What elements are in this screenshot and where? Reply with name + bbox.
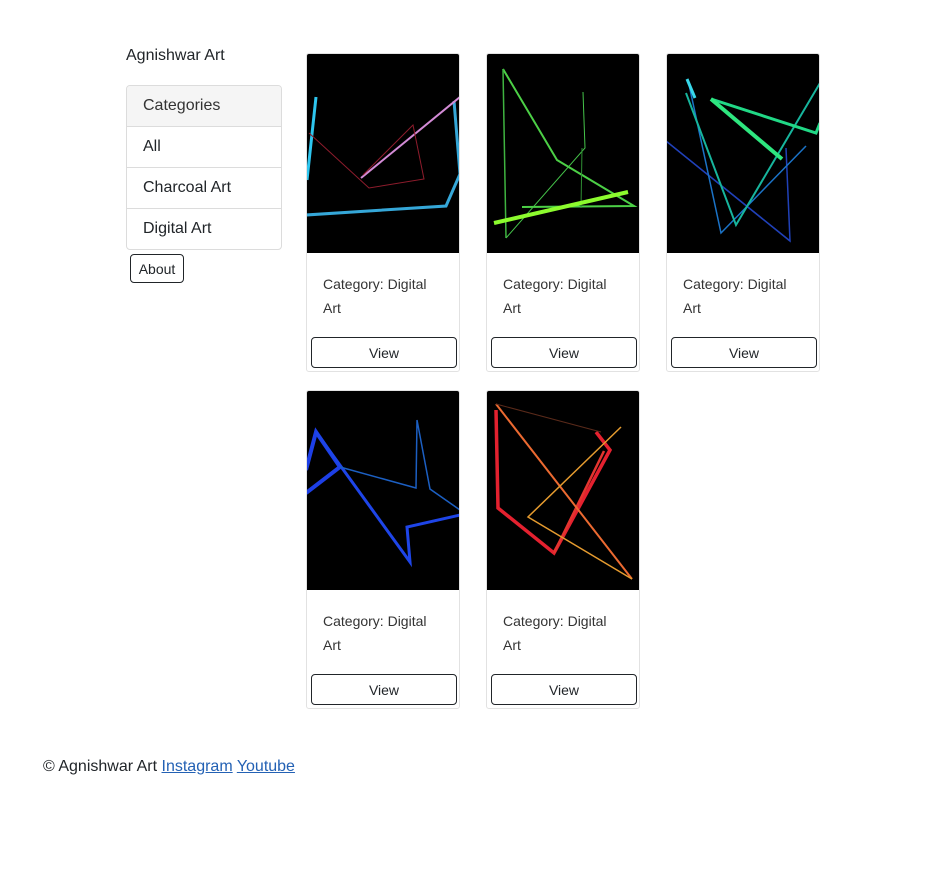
artwork-image[interactable] [306, 53, 460, 253]
category-item-charcoal-art[interactable]: Charcoal Art [127, 167, 281, 208]
artwork-image[interactable] [486, 53, 640, 253]
footer-copyright: © Agnishwar Art [43, 758, 158, 775]
art-card: Category: Digital Art View [666, 53, 820, 372]
card-category: Category: Digital Art [323, 276, 427, 316]
artwork-image[interactable] [486, 390, 640, 590]
category-item-digital-art[interactable]: Digital Art [127, 208, 281, 249]
footer: © Agnishwar Art Instagram Youtube [43, 758, 295, 776]
view-button[interactable]: View [671, 337, 817, 368]
about-button[interactable]: About [130, 254, 184, 283]
categories-list: Categories All Charcoal Art Digital Art [126, 85, 282, 250]
card-category: Category: Digital Art [503, 276, 607, 316]
category-item-all[interactable]: All [127, 126, 281, 167]
artwork-image[interactable] [666, 53, 820, 253]
brand-title: Agnishwar Art [126, 47, 225, 64]
art-card: Category: Digital Art View [306, 53, 460, 372]
categories-header: Categories [127, 86, 281, 126]
artwork-image[interactable] [306, 390, 460, 590]
youtube-link[interactable]: Youtube [237, 758, 295, 775]
card-category: Category: Digital Art [503, 613, 607, 653]
view-button[interactable]: View [491, 674, 637, 705]
instagram-link[interactable]: Instagram [162, 758, 233, 775]
view-button[interactable]: View [491, 337, 637, 368]
view-button[interactable]: View [311, 674, 457, 705]
art-card: Category: Digital Art View [486, 390, 640, 709]
card-category: Category: Digital Art [683, 276, 787, 316]
art-card: Category: Digital Art View [306, 390, 460, 709]
card-category: Category: Digital Art [323, 613, 427, 653]
view-button[interactable]: View [311, 337, 457, 368]
art-card: Category: Digital Art View [486, 53, 640, 372]
